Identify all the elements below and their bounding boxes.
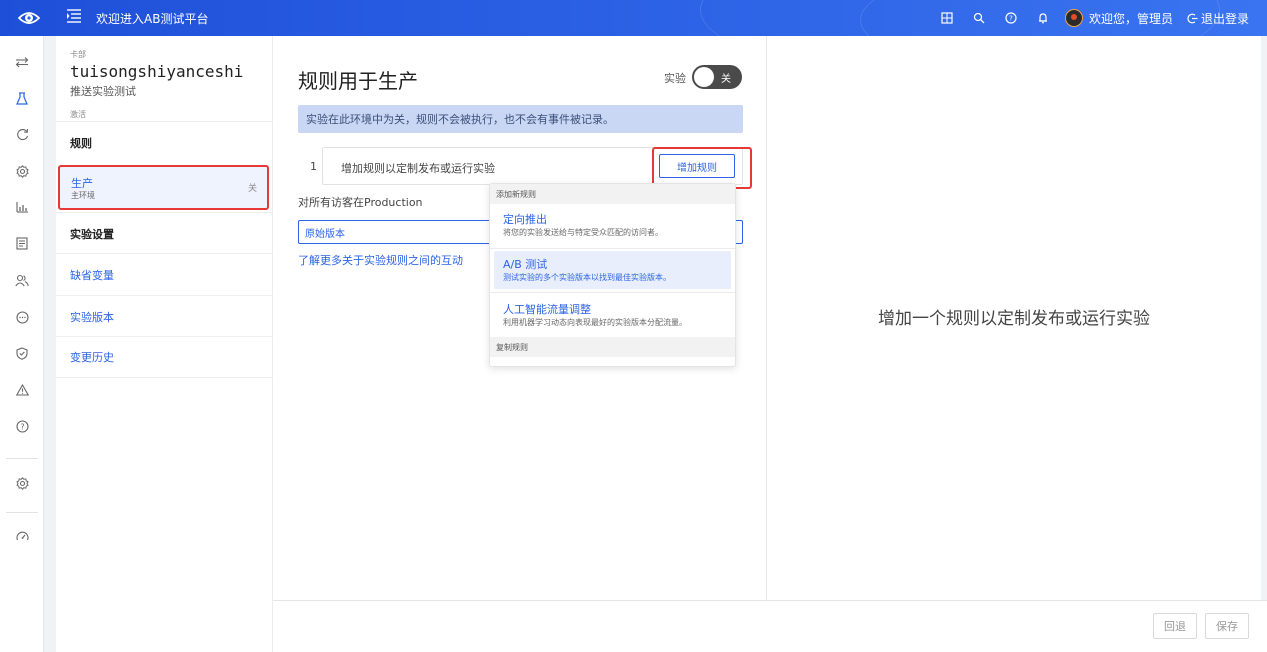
search-icon[interactable] — [963, 0, 995, 36]
option-description: 测试实验的多个实验版本以找到最佳实验版本。 — [503, 273, 671, 282]
question-icon[interactable]: ? — [12, 416, 32, 436]
logo-eye-icon[interactable] — [18, 8, 40, 28]
dashboard-icon[interactable] — [12, 526, 32, 546]
menu-toggle-icon[interactable] — [67, 9, 81, 23]
empty-state-message: 增加一个规则以定制发布或运行实验 — [878, 309, 1150, 329]
add-rule-dropdown: 添加新规则 定向推出 将您的实验发送给与特定受众匹配的访问者。 A/B 测试 测… — [489, 183, 736, 367]
shield-icon[interactable] — [12, 343, 32, 363]
option-title: 定向推出 — [503, 213, 547, 226]
option-ab-test[interactable]: A/B 测试 测试实验的多个实验版本以找到最佳实验版本。 — [494, 251, 731, 289]
avatar[interactable] — [1064, 9, 1083, 27]
save-button[interactable]: 保存 — [1205, 613, 1249, 639]
bell-icon[interactable] — [1027, 0, 1059, 36]
rule-number: 1 — [310, 160, 317, 173]
logout-icon — [1187, 13, 1198, 23]
card-label: 卡部 — [70, 50, 86, 59]
learn-more-link[interactable]: 了解更多关于实验规则之间的互动 — [298, 252, 463, 268]
svg-text:?: ? — [1009, 15, 1013, 23]
refresh-icon[interactable] — [12, 124, 32, 144]
status-badge: 激活 — [70, 110, 86, 119]
footer-bar: 回退 保存 — [273, 600, 1267, 652]
rule-placeholder: 增加规则以定制发布或运行实验 — [341, 162, 495, 175]
env-name: 生产 — [71, 177, 93, 190]
dropdown-section-new: 添加新规则 — [490, 184, 735, 204]
top-bar: 欢迎进入AB测试平台 ? 欢迎您，管理员 退出登录 — [0, 0, 1267, 36]
platform-title: 欢迎进入AB测试平台 — [96, 12, 209, 26]
svg-text:?: ? — [20, 422, 24, 431]
option-description: 利用机器学习动态向表现最好的实验版本分配流量。 — [503, 318, 687, 327]
experiment-toggle-label: 实验 — [664, 72, 686, 85]
visitors-text: 对所有访客在Production — [298, 196, 423, 209]
dropdown-divider — [490, 248, 735, 249]
sidebar-item-default-variables[interactable]: 缺省变量 — [56, 253, 273, 295]
switch-icon[interactable] — [12, 52, 32, 72]
chart-icon[interactable] — [12, 197, 32, 217]
option-description: 将您的实验发送给与特定受众匹配的访问者。 — [503, 228, 663, 237]
sidebar-item-experiment-versions[interactable]: 实验版本 — [56, 295, 273, 337]
help-icon[interactable]: ? — [995, 0, 1027, 36]
gear-icon[interactable] — [12, 473, 32, 493]
option-ai-traffic[interactable]: 人工智能流量调整 利用机器学习动态向表现最好的实验版本分配流量。 — [494, 296, 731, 334]
sidebar-item-change-history[interactable]: 变更历史 — [56, 336, 273, 378]
logout-label: 退出登录 — [1200, 11, 1249, 26]
project-sidebar: 卡部 tuisongshiyanceshi 推送实验测试 激活 规则 生产 主环… — [56, 36, 273, 652]
dropdown-section-copy[interactable]: 复制规则 — [490, 337, 735, 357]
page-title: 规则用于生产 — [298, 69, 418, 93]
sidebar-item-production[interactable]: 生产 主环境 关 — [58, 165, 269, 210]
screen-icon[interactable] — [931, 0, 963, 36]
toggle-state: 关 — [721, 74, 731, 85]
rule-detail-panel: 增加一个规则以定制发布或运行实验 — [767, 36, 1261, 600]
env-subtitle: 主环境 — [71, 191, 95, 200]
experiment-settings-header: 实验设置 — [56, 212, 273, 254]
logout-button[interactable]: 退出登录 — [1187, 10, 1249, 27]
toggle-knob — [694, 67, 714, 87]
option-targeted-rollout[interactable]: 定向推出 将您的实验发送给与特定受众匹配的访问者。 — [494, 206, 731, 244]
revert-button[interactable]: 回退 — [1153, 613, 1197, 639]
info-alert: 实验在此环境中为关，规则不会被执行，也不会有事件被记录。 — [298, 105, 743, 133]
icon-rail: ? — [0, 36, 44, 652]
rail-divider — [6, 458, 38, 459]
project-name: tuisongshiyanceshi — [70, 62, 244, 81]
settings-icon[interactable] — [12, 161, 32, 181]
flask-icon[interactable] — [12, 88, 32, 108]
warning-icon[interactable] — [12, 380, 32, 400]
experiment-toggle[interactable]: 关 — [692, 65, 742, 89]
option-title: 人工智能流量调整 — [503, 303, 591, 316]
env-state: 关 — [247, 184, 257, 194]
chat-icon[interactable] — [12, 307, 32, 327]
users-icon[interactable] — [12, 270, 32, 290]
welcome-text[interactable]: 欢迎您，管理员 — [1089, 10, 1173, 27]
document-icon[interactable] — [12, 233, 32, 253]
add-rule-button[interactable]: 增加规则 — [659, 154, 735, 178]
dropdown-divider — [490, 292, 735, 293]
option-title: A/B 测试 — [503, 258, 548, 271]
rules-header: 规则 — [56, 121, 273, 163]
rail-divider — [6, 512, 38, 513]
project-description: 推送实验测试 — [70, 85, 136, 98]
